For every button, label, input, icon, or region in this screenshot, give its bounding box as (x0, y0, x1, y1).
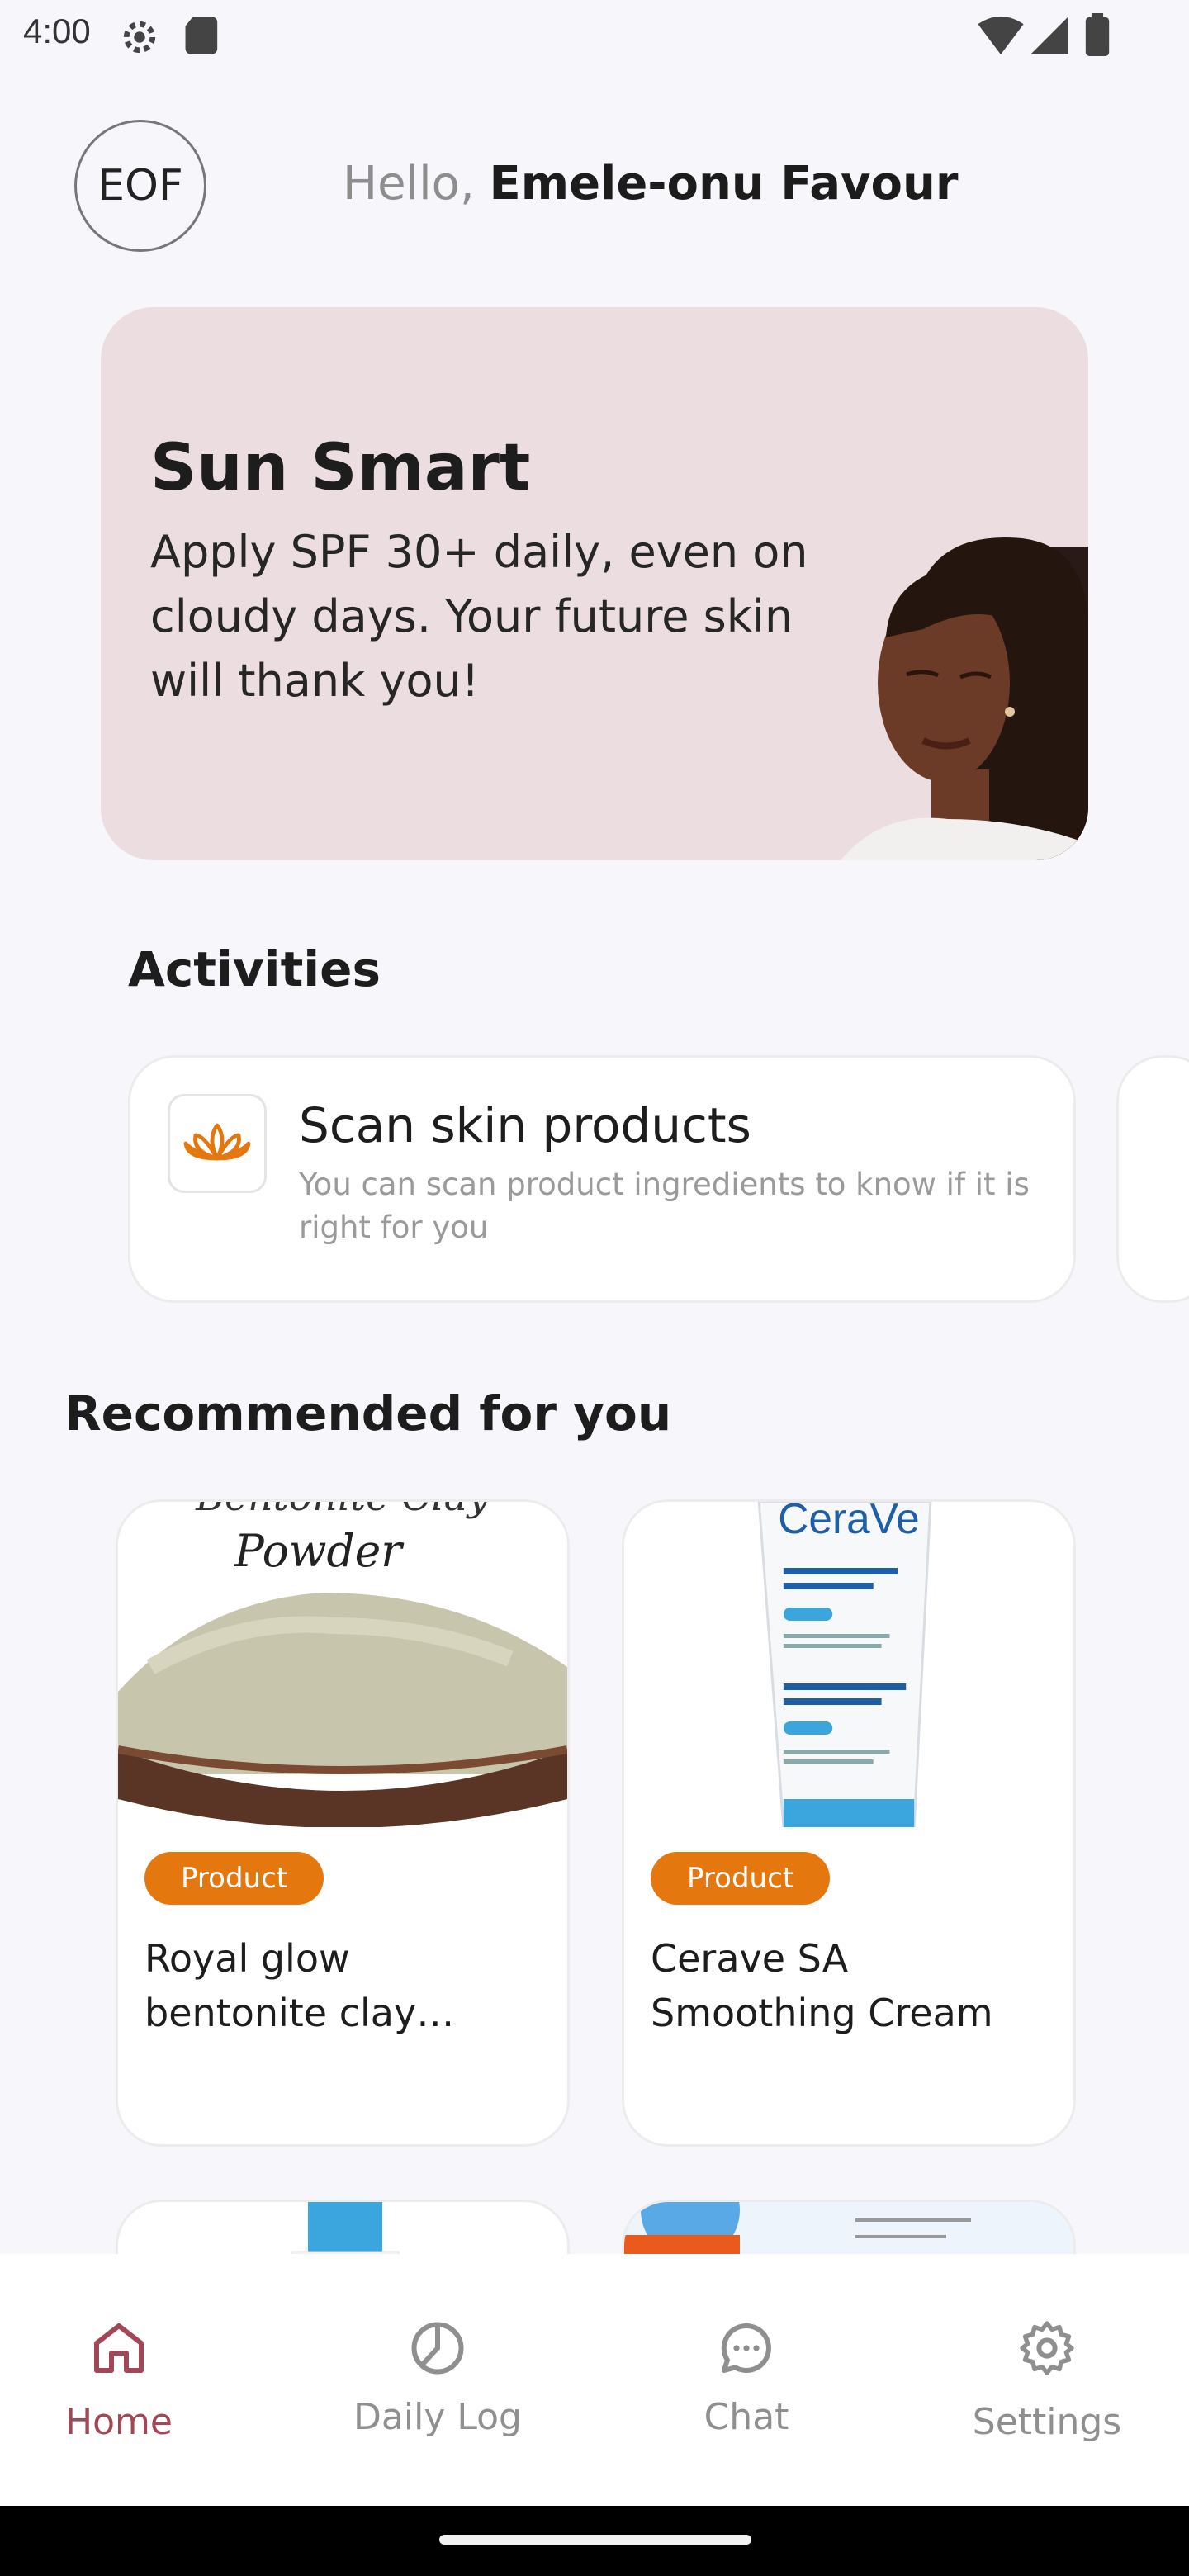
battery-icon (1085, 13, 1110, 56)
cerave-tube-image: CeraVe (624, 1502, 1073, 1827)
greeting: Hello, Emele-onu Favour (343, 157, 958, 211)
nav-label-daily-log: Daily Log (353, 2396, 522, 2438)
gear-icon (1020, 2321, 1074, 2375)
status-bar: 4:00 (0, 0, 1189, 69)
sim-card-icon (185, 17, 218, 54)
nav-label-home: Home (65, 2401, 173, 2443)
tip-title: Sun Smart (150, 431, 531, 505)
product-name: Royal glow bentonite clay powder (144, 1936, 417, 2035)
status-time: 4:00 (23, 12, 91, 50)
user-name: Emele-onu Favour (489, 157, 959, 211)
activity-title: Scan skin products (299, 1097, 751, 1153)
product-name: Cerave SA Smoothing Cream (651, 1936, 993, 2035)
avatar[interactable]: EOF (74, 120, 206, 252)
home-indicator[interactable] (439, 2535, 751, 2545)
activity-description: You can scan product ingredients to know… (299, 1167, 1030, 1245)
home-icon (94, 2323, 144, 2373)
signal-icon (1030, 17, 1068, 54)
activity-card-next[interactable] (1116, 1055, 1189, 1303)
recommended-title: Recommended for you (64, 1385, 672, 1442)
nav-settings[interactable]: Settings (940, 2254, 1154, 2506)
nav-label-chat: Chat (703, 2396, 789, 2438)
bentonite-clay-image: Bentonite Clay Powder (118, 1502, 567, 1827)
avatar-initials: EOF (97, 161, 183, 211)
settings-status-icon (123, 21, 156, 54)
nav-home[interactable]: Home (12, 2254, 226, 2506)
activity-icon-box (168, 1094, 267, 1193)
nav-label-settings: Settings (972, 2401, 1122, 2443)
bottom-nav: Home Daily Log Chat Settings (0, 2254, 1189, 2506)
svg-text:Bentonite Clay: Bentonite Clay (195, 1502, 490, 1520)
product-badge: Product (651, 1852, 831, 1905)
nav-daily-log[interactable]: Daily Log (330, 2254, 545, 2506)
chat-bubble-icon (721, 2323, 771, 2373)
product-card[interactable]: CeraVe Product Cerave SA Smoothing Cream (622, 1499, 1076, 2147)
greeting-prefix: Hello, (343, 157, 490, 211)
image-brand: CeraVe (778, 1502, 920, 1542)
tip-body: Apply SPF 30+ daily, even on cloudy days… (150, 526, 808, 707)
wifi-icon (978, 17, 1024, 54)
chart-pie-icon (411, 2322, 464, 2375)
activities-title: Activities (128, 941, 381, 997)
woman-portrait-illustration (841, 537, 1088, 860)
activity-card-scan[interactable]: Scan skin products You can scan product … (128, 1055, 1076, 1303)
product-card[interactable]: Bentonite Clay Powder Product Royal glow… (116, 1499, 570, 2147)
nav-chat[interactable]: Chat (639, 2254, 854, 2506)
tip-card[interactable]: Sun Smart Apply SPF 30+ daily, even on c… (101, 307, 1088, 860)
image-caption: Powder (234, 1525, 405, 1577)
product-badge: Product (144, 1852, 324, 1905)
lotus-icon (183, 1123, 251, 1161)
